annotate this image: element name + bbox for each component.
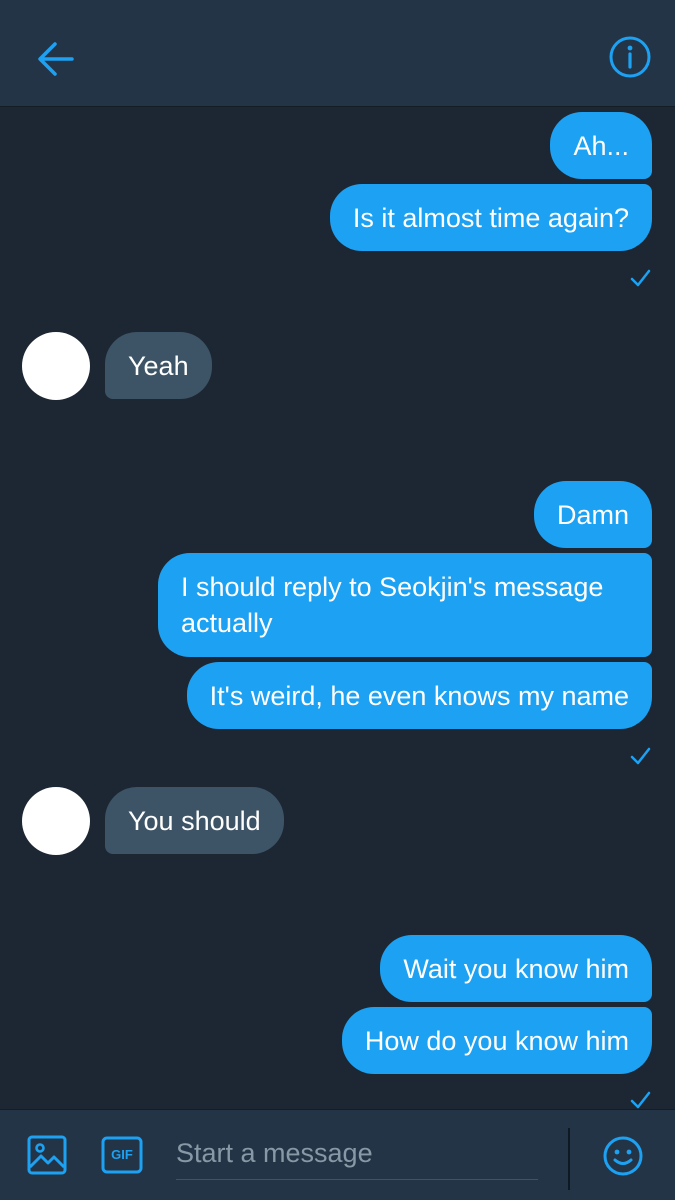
message-bubble-outgoing[interactable]: I should reply to Seokjin's message actu… (158, 553, 652, 657)
message-text: I should reply to Seokjin's message actu… (181, 572, 604, 638)
message-bubble-outgoing[interactable]: Is it almost time again? (329, 184, 652, 251)
message-list[interactable]: Ah... Is it almost time again? Yeah Damn… (0, 107, 675, 1109)
message-text: Damn (556, 499, 629, 530)
info-icon (609, 36, 651, 78)
conversation-header (0, 0, 675, 107)
message-bubble-outgoing[interactable]: Damn (533, 481, 652, 548)
message-bubble-outgoing[interactable]: Ah... (550, 112, 652, 179)
message-bubble-incoming[interactable]: You should (105, 787, 284, 854)
gif-label: GIF (111, 1147, 133, 1162)
sent-check-icon (630, 747, 651, 765)
avatar[interactable] (22, 787, 90, 855)
emoji-icon (603, 1136, 643, 1176)
message-bubble-outgoing[interactable]: Wait you know him (380, 935, 652, 1002)
add-gif-button[interactable]: GIF (101, 1136, 143, 1174)
sent-check-icon (630, 269, 651, 287)
message-composer: GIF (0, 1109, 675, 1200)
message-text: Wait you know him (403, 953, 629, 984)
message-text: You should (128, 805, 261, 836)
dm-screen: Ah... Is it almost time again? Yeah Damn… (0, 0, 675, 1200)
message-input[interactable] (176, 1128, 538, 1180)
back-button[interactable] (30, 33, 84, 87)
avatar[interactable] (22, 332, 90, 400)
image-icon (27, 1135, 67, 1175)
message-bubble-incoming[interactable]: Yeah (105, 332, 212, 399)
message-text: Yeah (128, 350, 189, 381)
message-bubble-outgoing[interactable]: How do you know him (341, 1007, 652, 1074)
message-text: Ah... (573, 130, 629, 161)
message-text: It's weird, he even knows my name (209, 680, 629, 711)
add-photo-button[interactable] (26, 1134, 68, 1176)
info-button[interactable] (606, 33, 654, 81)
sent-check-icon (630, 1091, 651, 1109)
emoji-button[interactable] (601, 1134, 645, 1178)
arrow-left-icon (38, 42, 74, 76)
message-bubble-outgoing[interactable]: It's weird, he even knows my name (186, 662, 652, 729)
message-text: Is it almost time again? (352, 202, 629, 233)
message-text: How do you know him (364, 1025, 629, 1056)
composer-divider (568, 1128, 570, 1190)
